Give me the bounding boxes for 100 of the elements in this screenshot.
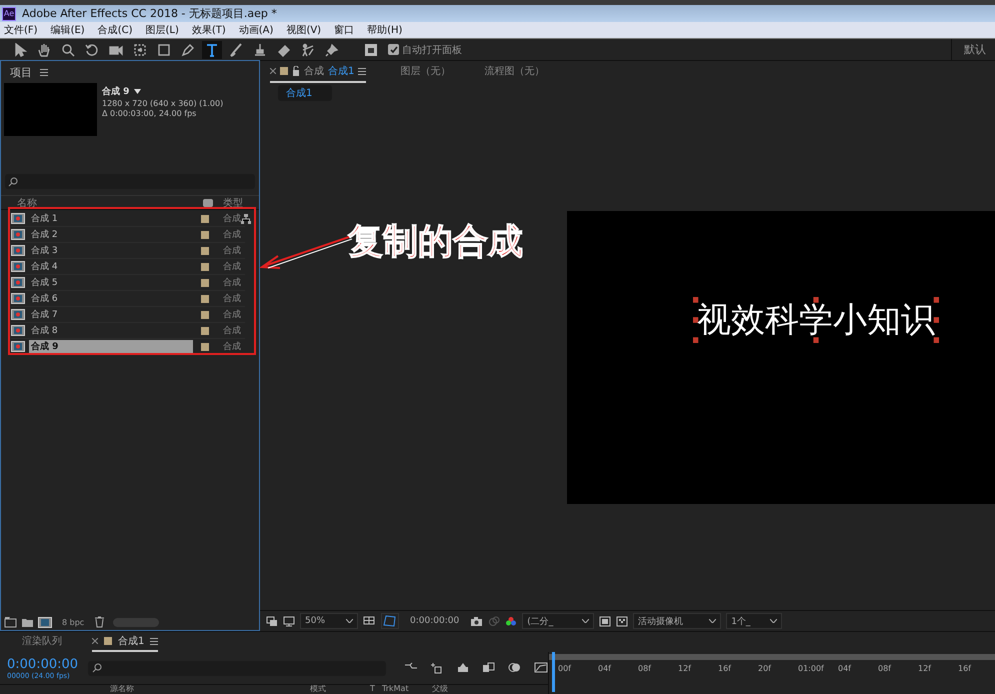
- menu-item[interactable]: 视图(V): [286, 23, 322, 37]
- frame-blend-icon[interactable]: [482, 662, 496, 673]
- composition-icon[interactable]: [38, 616, 52, 628]
- ruler-label: 08f: [878, 664, 892, 672]
- motion-blur-icon[interactable]: [508, 662, 522, 673]
- ruler-label: 16f: [958, 664, 972, 672]
- project-item[interactable]: 合成 6: [29, 292, 193, 306]
- menu-item[interactable]: 合成(C): [98, 23, 132, 37]
- close-icon[interactable]: [270, 68, 276, 74]
- project-item[interactable]: 合成 7: [29, 308, 193, 322]
- ruler-label: 00f: [558, 664, 572, 672]
- scrollbar-thumb[interactable]: [113, 618, 160, 626]
- menu-item[interactable]: 窗口: [334, 23, 354, 37]
- menu-item[interactable]: 编辑(E): [50, 23, 85, 37]
- import-icon[interactable]: [4, 616, 17, 628]
- composition-icon: [11, 341, 25, 352]
- project-item[interactable]: 合成 9: [29, 340, 193, 354]
- folder-icon[interactable]: [21, 616, 34, 628]
- item-type: 合成: [223, 228, 242, 241]
- flowchart-icon[interactable]: [241, 214, 251, 224]
- column-header[interactable]: 名称: [17, 196, 203, 210]
- camera-icon[interactable]: [470, 616, 484, 626]
- monitor-icon[interactable]: [283, 616, 295, 626]
- panel-tab[interactable]: 合成 合成1: [270, 61, 366, 83]
- composition-icon: [11, 213, 25, 224]
- composition-icon: [11, 229, 25, 240]
- panel-icon[interactable]: [364, 42, 378, 56]
- app-logo-icon: Ae: [2, 6, 16, 20]
- column-header[interactable]: 类型: [223, 196, 259, 210]
- label-swatch: [201, 278, 209, 286]
- text-tool-icon[interactable]: [202, 40, 222, 58]
- menu-item[interactable]: 效果(T): [192, 23, 226, 37]
- label-swatch: [201, 246, 209, 254]
- layers-icon[interactable]: [266, 616, 278, 626]
- trash-icon[interactable]: [94, 616, 106, 628]
- resolution-dropdown[interactable]: (二分_: [522, 613, 594, 629]
- panel-tab[interactable]: 流程图（无）: [484, 61, 544, 83]
- comp-tab-name: 合成1: [328, 64, 354, 78]
- zoom-dropdown[interactable]: 50%: [300, 613, 358, 629]
- label-swatch: [201, 230, 209, 238]
- region-icon[interactable]: [599, 616, 612, 626]
- views-dropdown[interactable]: 1个_: [726, 613, 782, 629]
- project-item[interactable]: 合成 3: [29, 244, 193, 258]
- ruler-label: 12f: [918, 664, 932, 672]
- mask-icon[interactable]: [381, 613, 399, 629]
- comp-duration: Δ 0:00:03:00, 24.00 fps: [102, 109, 198, 118]
- panel-tab[interactable]: 合成1: [92, 632, 158, 652]
- menu-item[interactable]: 文件(F): [4, 23, 38, 37]
- label-column-icon: [203, 198, 213, 206]
- composition-icon: [11, 293, 25, 304]
- project-item[interactable]: 合成 4: [29, 260, 193, 274]
- transparency-grid-icon[interactable]: [616, 616, 628, 626]
- label-swatch: [104, 637, 112, 645]
- ruler-label: 08f: [638, 664, 652, 672]
- composition-icon: [11, 261, 25, 272]
- grid-icon[interactable]: [363, 616, 376, 626]
- tab-label: 合成: [304, 64, 324, 78]
- search-icon: [92, 663, 104, 673]
- ruler-label: 01:00f: [798, 664, 825, 672]
- caret-icon: [582, 619, 590, 623]
- project-item[interactable]: 合成 5: [29, 276, 193, 290]
- menu-item[interactable]: 帮助(H): [367, 23, 402, 37]
- graph-editor-icon[interactable]: [534, 662, 548, 673]
- lock-icon[interactable]: [292, 66, 300, 76]
- label-swatch: [201, 214, 209, 222]
- workspace-button[interactable]: 默认: [951, 39, 995, 60]
- item-type: 合成: [223, 244, 242, 257]
- close-icon[interactable]: [92, 638, 98, 644]
- panel-tab[interactable]: 渲染队列: [22, 632, 62, 652]
- item-type: 合成: [223, 308, 242, 321]
- sparkle-cube-icon[interactable]: [430, 662, 444, 674]
- search-icon: [8, 176, 20, 186]
- current-time[interactable]: 0:00:00:00: [404, 616, 466, 626]
- project-item[interactable]: 合成 2: [29, 228, 193, 242]
- camera-dropdown[interactable]: 活动摄像机: [633, 613, 722, 629]
- ruler-label: 04f: [598, 664, 612, 672]
- panel-tab[interactable]: 图层（无）: [400, 61, 450, 83]
- label-swatch: [201, 310, 209, 318]
- tab-label: 流程图（无）: [484, 64, 544, 78]
- ruler-label: 16f: [718, 664, 732, 672]
- panel-menu-icon[interactable]: [40, 68, 48, 76]
- project-item[interactable]: 合成 1: [29, 212, 193, 226]
- tab-label: 图层（无）: [400, 65, 450, 78]
- composition-icon: [11, 325, 25, 336]
- search-field[interactable]: [5, 174, 255, 189]
- panel-menu-icon[interactable]: [150, 638, 158, 644]
- text-layer[interactable]: 视效科学小知识: [697, 300, 935, 340]
- window-title: Adobe After Effects CC 2018 - 无标题项目.aep *: [22, 6, 277, 21]
- panel-menu-icon[interactable]: [358, 68, 366, 74]
- dropdown-caret-icon[interactable]: [134, 89, 142, 94]
- menu-item[interactable]: 动画(A): [238, 23, 274, 37]
- search-field[interactable]: [88, 660, 386, 676]
- bit-depth-button[interactable]: 8 bpc: [56, 618, 90, 626]
- timecode[interactable]: 0:00:00:00: [7, 656, 78, 672]
- menu-item[interactable]: 图层(L): [145, 23, 179, 37]
- project-item[interactable]: 合成 8: [29, 324, 193, 338]
- auto-open-checkbox[interactable]: [388, 44, 399, 55]
- ruler-label: 12f: [678, 664, 692, 672]
- breadcrumb-button[interactable]: 合成1: [278, 85, 332, 101]
- color-channels-icon[interactable]: [505, 616, 518, 626]
